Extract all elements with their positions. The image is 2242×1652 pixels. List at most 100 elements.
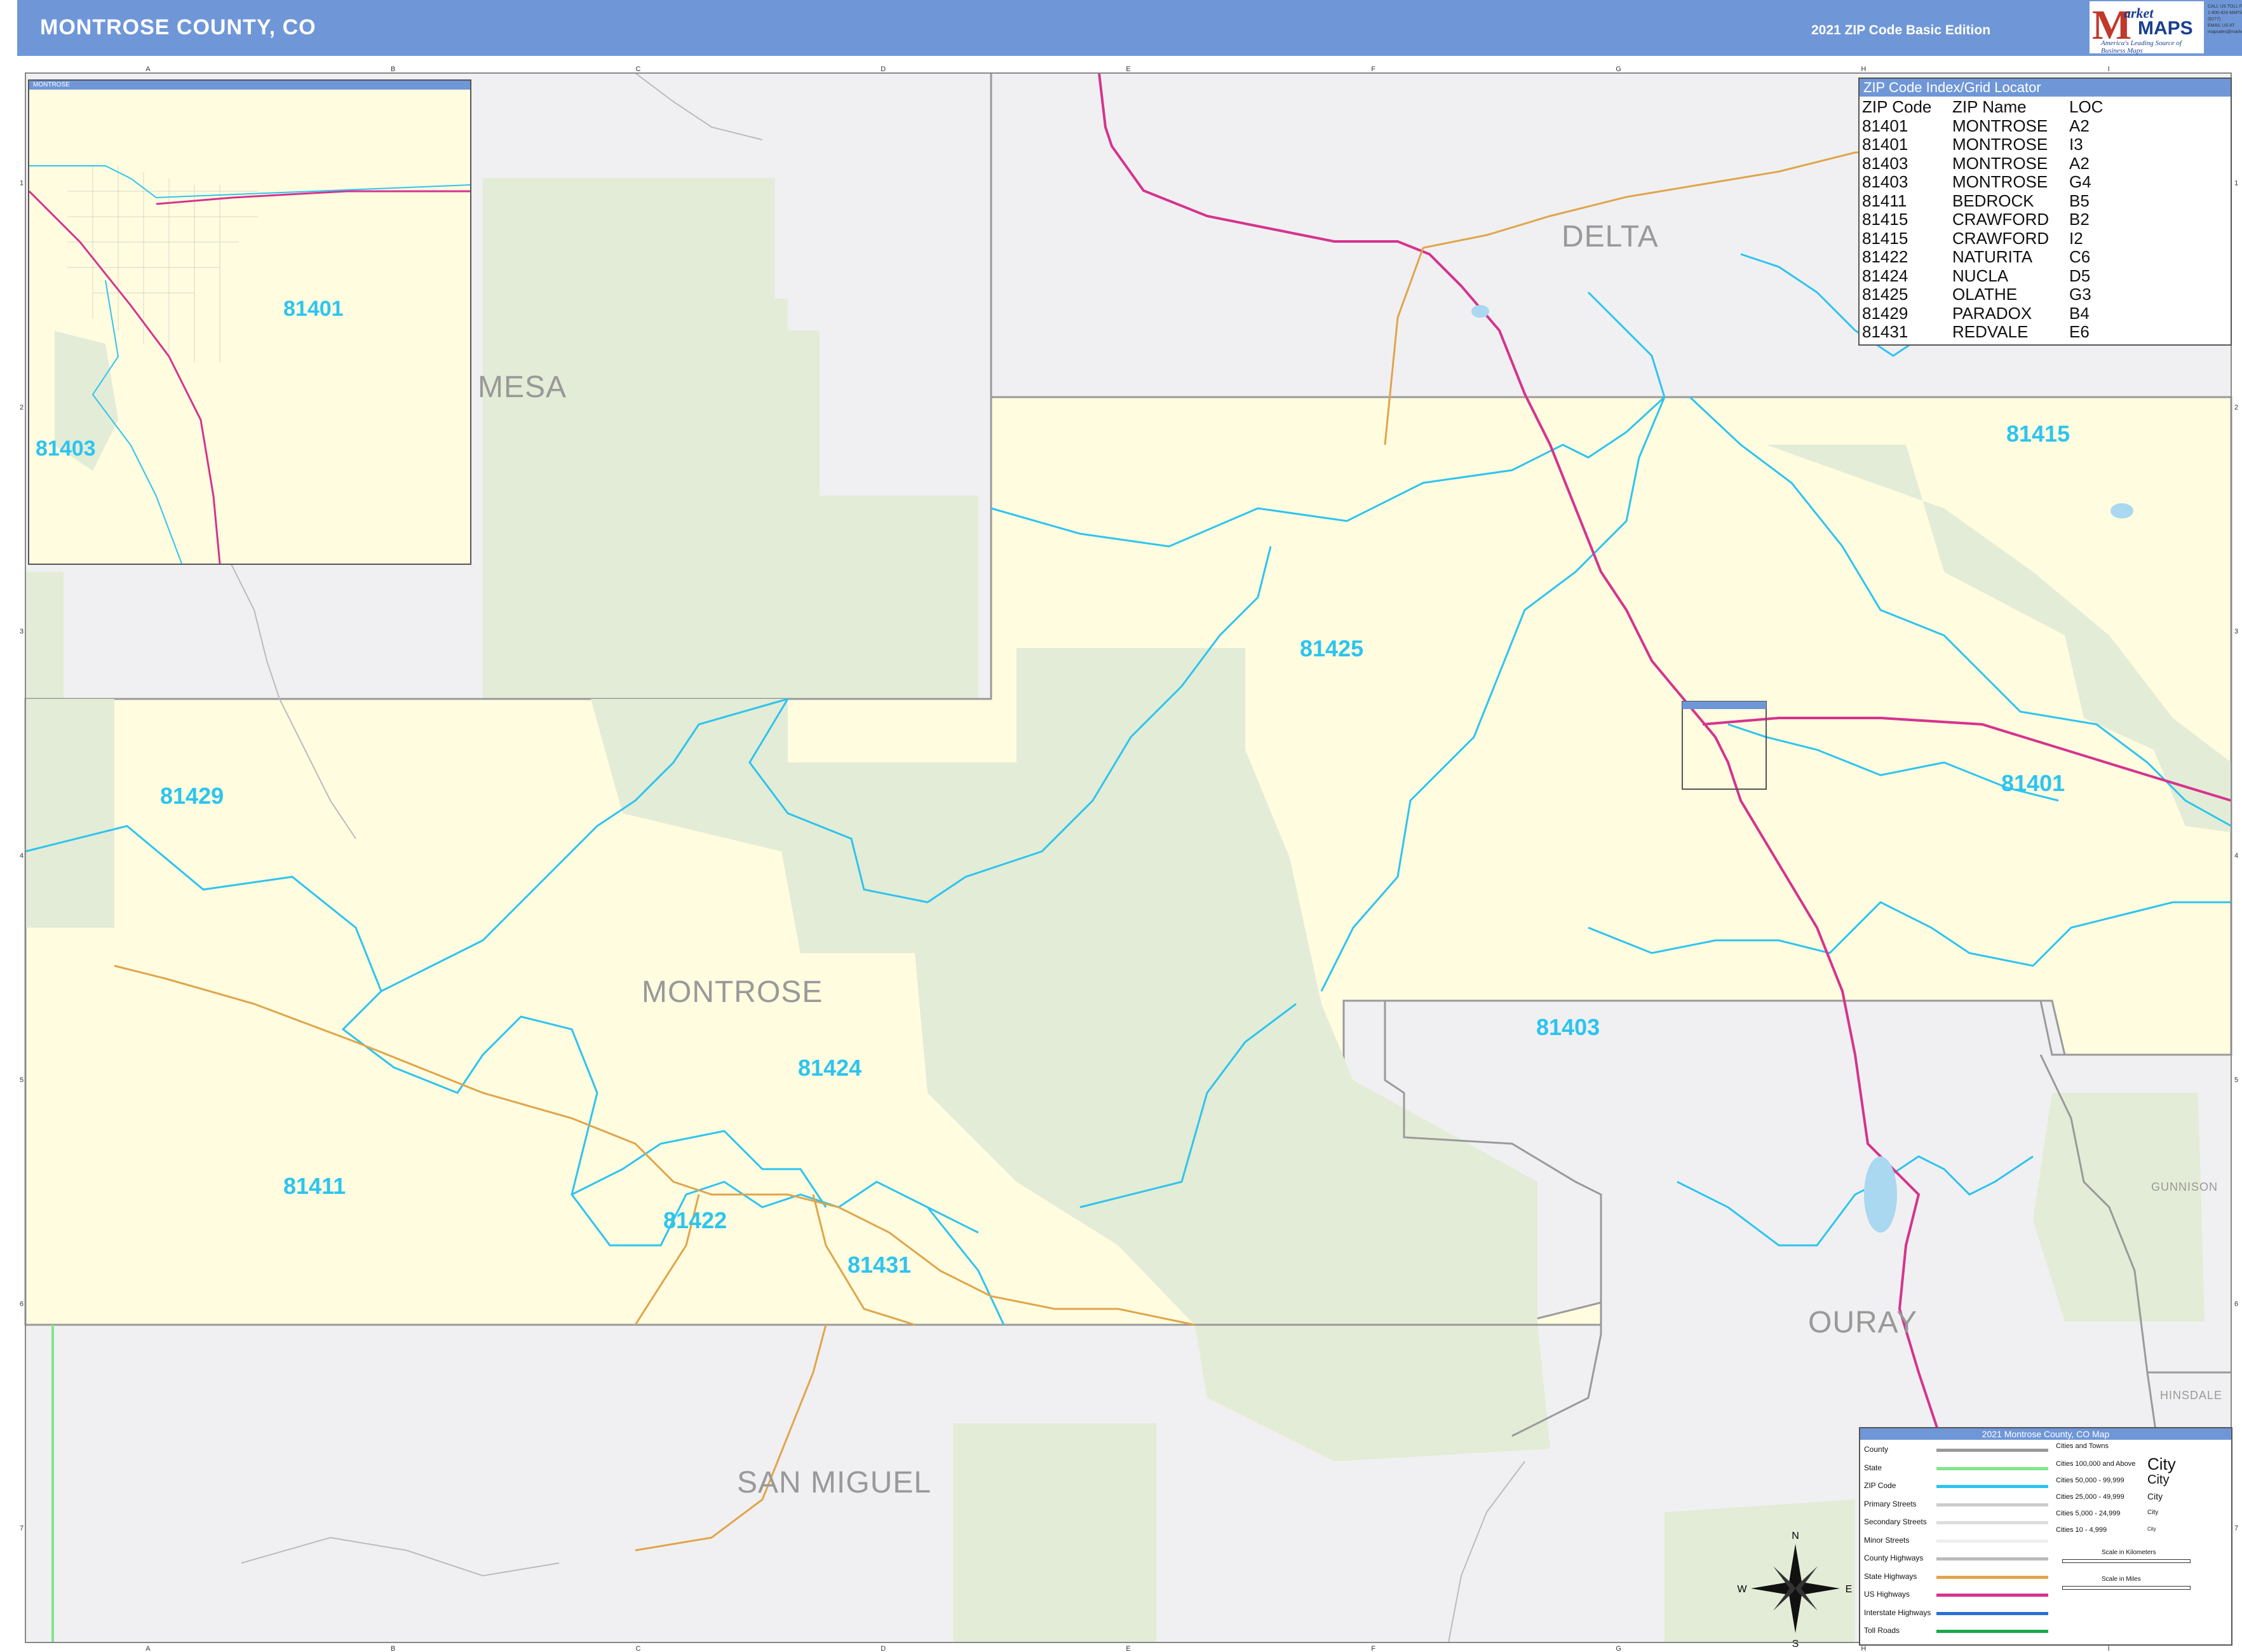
inset-zip-label: 81403	[36, 437, 96, 461]
zip-code-cell: 81424	[1862, 266, 1908, 285]
legend-item-label: US Highways	[1864, 1590, 1910, 1599]
lake	[1471, 305, 1489, 318]
legend-cities-heading: Cities and Towns	[2056, 1442, 2109, 1450]
zip-name-cell: MONTROSE	[1952, 153, 2048, 173]
legend-city-class: Cities 5,000 - 24,999	[2056, 1510, 2121, 1517]
inset-title: MONTROSE	[33, 81, 70, 88]
zip-name-cell: NATURITA	[1952, 247, 2033, 266]
region-montrose: MONTROSE	[642, 975, 823, 1009]
legend-item-label: State	[1864, 1463, 1882, 1472]
zip-code-cell: 81401	[1862, 116, 1908, 135]
forest-area	[953, 1423, 1156, 1642]
column-header: ZIP Name	[1952, 97, 2027, 116]
table-row: 81411 BEDROCK B5	[1862, 191, 2145, 211]
zip-index-table: ZIP Code ZIP Name LOC 81401 MONTROSE A2 814…	[1862, 97, 2145, 342]
zip-name-cell: MONTROSE	[1952, 135, 2048, 154]
legend-city-sample: City	[2147, 1454, 2176, 1473]
grid-column-label: E	[1126, 1645, 1130, 1652]
legend-item-label: Primary Streets	[1864, 1499, 1917, 1508]
loc-cell: B5	[2069, 191, 2090, 210]
loc-cell: C6	[2069, 247, 2091, 266]
legend-line-swatch	[1936, 1611, 2048, 1615]
zip-label: 81429	[160, 783, 224, 809]
scale-mi-bar	[2062, 1586, 2191, 1590]
zip-code-cell: 81425	[1862, 285, 1908, 304]
zip-label: 81422	[663, 1207, 727, 1233]
grid-row-label: 4	[20, 852, 24, 860]
grid-row-label: 7	[20, 1525, 24, 1533]
loc-cell: D5	[2069, 266, 2091, 285]
forest-area	[2033, 1093, 2205, 1322]
legend-city-sample: City	[2147, 1473, 2170, 1487]
compass-e: E	[1846, 1584, 1853, 1595]
zip-code-cell: 81415	[1862, 228, 1908, 248]
compass-w: W	[1737, 1584, 1747, 1595]
legend-line-swatch	[1936, 1539, 2048, 1543]
legend-line-swatch	[1936, 1503, 2048, 1506]
montrose-city-box-title	[1682, 701, 1766, 709]
grid-column-label: C	[635, 1645, 640, 1652]
grid-row-label: 5	[2234, 1076, 2238, 1084]
compass-s: S	[1792, 1639, 1799, 1649]
zip-label: 81431	[848, 1252, 912, 1278]
table-row: 81401 MONTROSE A2	[1862, 116, 2145, 136]
national-forest	[25, 699, 114, 928]
region-gunnison: GUNNISON	[2151, 1181, 2218, 1193]
montrose-inset-map: MONTROSE 81401 81403	[28, 79, 471, 565]
loc-cell: B2	[2069, 210, 2090, 229]
zip-code-index: ZIP Code Index/Grid Locator ZIP Code ZIP…	[1858, 78, 2232, 346]
table-row: 81415 CRAWFORD I2	[1862, 229, 2145, 248]
column-header: LOC	[2069, 97, 2104, 116]
grid-column-label: B	[391, 65, 395, 73]
grid-column-label: A	[145, 1645, 151, 1652]
lake	[1864, 1156, 1897, 1233]
region-ouray: OURAY	[1808, 1306, 1918, 1339]
grid-row-label: 4	[2234, 852, 2238, 860]
loc-cell: G3	[2069, 285, 2091, 304]
zip-code-cell: 81403	[1862, 172, 1908, 191]
grid-row-label: 2	[20, 403, 24, 411]
zip-name-cell: PARADOX	[1952, 303, 2032, 323]
inset-street	[67, 191, 258, 294]
legend-city-sample: City	[2147, 1509, 2159, 1516]
grid-column-label: I	[2108, 65, 2110, 73]
legend-line-swatch	[1936, 1521, 2048, 1524]
grid-row-label: 1	[20, 179, 24, 187]
compass-n: N	[1792, 1531, 1799, 1541]
table-row: 81403 MONTROSE G4	[1862, 172, 2145, 192]
grid-row-label: 1	[2234, 179, 2238, 187]
table-row: 81422 NATURITA C6	[1862, 247, 2145, 267]
legend-city-sample: City	[2147, 1526, 2156, 1532]
table-header-row: ZIP Code ZIP Name LOC	[1862, 97, 2145, 117]
zip-code-cell: 81431	[1862, 322, 1908, 341]
zip-name-cell: CRAWFORD	[1952, 228, 2050, 248]
legend-item-label: State Highways	[1864, 1571, 1917, 1581]
zip-label: 81403	[1536, 1014, 1600, 1040]
grid-column-label: I	[2108, 1645, 2110, 1652]
zip-name-cell: MONTROSE	[1952, 172, 2048, 191]
zip-name-cell: MONTROSE	[1952, 116, 2048, 135]
inset-drawing	[29, 165, 470, 564]
table-row: 81401 MONTROSE I3	[1862, 135, 2145, 154]
grid-row-label: 7	[2234, 1525, 2238, 1533]
grid-rows-left: 1 2 3 4 5 6 7	[20, 179, 24, 1532]
inset-title-bar: MONTROSE	[29, 81, 470, 90]
legend-city-class: Cities 10 - 4,999	[2056, 1526, 2107, 1534]
grid-column-label: G	[1616, 1645, 1621, 1652]
legend-line-swatch	[1936, 1630, 2048, 1633]
table-row: 81425 OLATHE G3	[1862, 285, 2145, 304]
table-row: 81431 REDVALE E6	[1862, 322, 2145, 342]
legend-line-swatch	[1936, 1485, 2048, 1488]
scale-km-bar	[2062, 1559, 2191, 1563]
grid-row-label: 3	[2234, 628, 2238, 635]
grid-column-label: H	[1861, 65, 1866, 73]
loc-cell: B4	[2069, 303, 2090, 323]
legend-city-class: Cities 50,000 - 99,999	[2056, 1477, 2124, 1484]
region-delta: DELTA	[1562, 220, 1659, 254]
loc-cell: E6	[2069, 322, 2090, 341]
grid-column-label: D	[881, 1645, 886, 1652]
legend-title: 2021 Montrose County, CO Map	[1860, 1428, 2231, 1440]
grid-row-label: 6	[20, 1301, 24, 1308]
zip-name-cell: NUCLA	[1952, 266, 2009, 285]
legend-city-sample: City	[2147, 1491, 2163, 1501]
